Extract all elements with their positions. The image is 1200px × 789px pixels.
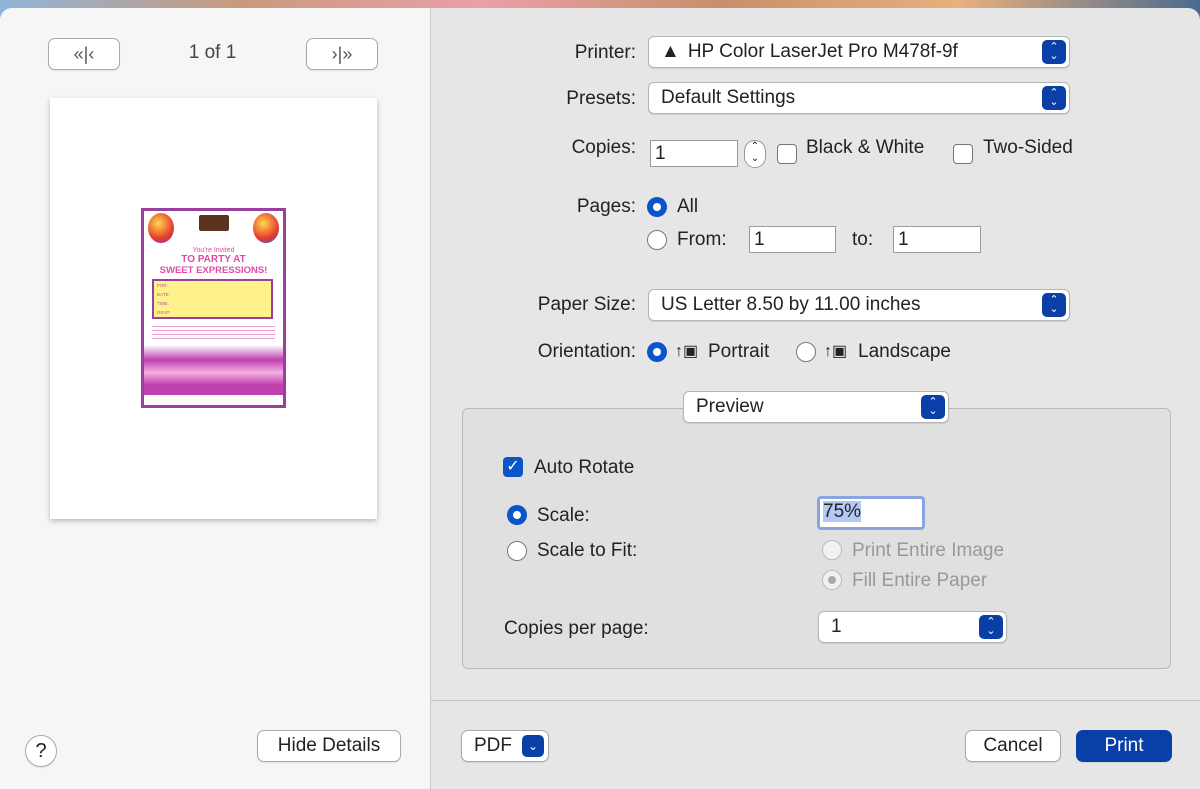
flyer-field: FOR: (157, 283, 168, 288)
flyer-field: TIME: (157, 301, 169, 306)
flyer-line1: TO PARTY AT (181, 254, 246, 265)
next-last-page-button[interactable]: ›|» (306, 38, 378, 70)
first-previous-page-button[interactable]: «|‹ (48, 38, 120, 70)
help-button[interactable]: ? (25, 735, 57, 767)
cancel-button[interactable]: Cancel (965, 730, 1061, 762)
pages-from-radio[interactable] (647, 230, 667, 250)
hide-details-button[interactable]: Hide Details (257, 730, 401, 762)
copies-per-page-label: Copies per page: (504, 618, 649, 639)
copies-label: Copies: (571, 137, 636, 158)
auto-rotate-label: Auto Rotate (534, 457, 635, 478)
chevron-updown-icon: ⌃ ⌄ (1042, 293, 1066, 317)
chevron-down-icon: ⌄ (522, 735, 544, 757)
copies-stepper[interactable]: ⌃ ⌄ (744, 140, 766, 168)
flyer-field: RSVP: (157, 310, 171, 315)
chevron-updown-icon: ⌃ ⌄ (1042, 86, 1066, 110)
flyer-invited: You're Invited (192, 247, 235, 254)
section-select[interactable]: Preview ⌃ ⌄ (683, 391, 949, 423)
scale-to-fit-radio[interactable] (507, 541, 527, 561)
pages-to-input[interactable]: 1 (893, 226, 981, 253)
flyer-line2: SWEET EXPRESSIONS! (159, 265, 268, 276)
scale-to-fit-label: Scale to Fit: (537, 540, 638, 561)
copies-input[interactable]: 1 (650, 140, 738, 167)
two-sided-checkbox[interactable] (953, 144, 973, 164)
paper-size-value: US Letter 8.50 by 11.00 inches (661, 294, 921, 315)
pages-all-label: All (677, 196, 699, 217)
pages-to-label: to: (852, 229, 874, 250)
paper-size-select[interactable]: US Letter 8.50 by 11.00 inches ⌃ ⌄ (648, 289, 1070, 321)
divider (431, 700, 1200, 701)
scale-radio[interactable] (507, 505, 527, 525)
copies-per-page-value: 1 (831, 616, 842, 637)
paper-size-label: Paper Size: (537, 294, 636, 315)
two-sided-label: Two-Sided (983, 137, 1073, 158)
pages-from-label: From: (677, 229, 727, 250)
page-preview: You're Invited TO PARTY AT SWEET EXPRESS… (50, 98, 377, 519)
black-white-checkbox[interactable] (777, 144, 797, 164)
chevron-updown-icon: ⌃ ⌄ (921, 395, 945, 419)
pdf-label: PDF (474, 735, 512, 756)
fill-entire-paper-label: Fill Entire Paper (852, 570, 988, 591)
pdf-menu-button[interactable]: PDF ⌄ (461, 730, 549, 762)
flyer-field: DATE: (157, 292, 170, 297)
pages-label: Pages: (576, 196, 636, 217)
printer-value: HP Color LaserJet Pro M478f-9f (687, 41, 958, 62)
chevron-updown-icon: ⌃ ⌄ (1042, 40, 1066, 64)
warning-icon: ▲ (661, 41, 680, 62)
scale-input[interactable]: 75% (817, 496, 925, 530)
copies-per-page-select[interactable]: 1 ⌃ ⌄ (818, 611, 1007, 643)
pages-all-radio[interactable] (647, 197, 667, 217)
preview-pane: «|‹ 1 of 1 ›|» You're Invited TO PARTY A… (0, 8, 431, 789)
flyer-thumbnail: You're Invited TO PARTY AT SWEET EXPRESS… (141, 208, 286, 408)
printer-select[interactable]: ▲ HP Color LaserJet Pro M478f-9f ⌃ ⌄ (648, 36, 1070, 68)
fill-entire-paper-radio[interactable] (822, 570, 842, 590)
landscape-radio[interactable] (796, 342, 816, 362)
black-white-label: Black & White (806, 137, 925, 158)
orientation-label: Orientation: (537, 341, 636, 362)
portrait-icon: ↑▣ (675, 343, 699, 360)
portrait-label: Portrait (708, 341, 770, 362)
landscape-icon: ↑▣ (824, 343, 848, 360)
printer-label: Printer: (574, 42, 636, 63)
landscape-label: Landscape (858, 341, 951, 362)
print-button[interactable]: Print (1076, 730, 1172, 762)
portrait-radio[interactable] (647, 342, 667, 362)
section-value: Preview (696, 396, 764, 417)
pages-from-input[interactable]: 1 (749, 226, 836, 253)
presets-value: Default Settings (661, 87, 796, 108)
print-entire-image-label: Print Entire Image (852, 540, 1005, 561)
page-indicator: 1 of 1 (188, 42, 237, 63)
chevron-updown-icon: ⌃ ⌄ (979, 615, 1003, 639)
print-entire-image-radio[interactable] (822, 540, 842, 560)
scale-value: 75% (823, 501, 862, 522)
presets-select[interactable]: Default Settings ⌃ ⌄ (648, 82, 1070, 114)
presets-label: Presets: (566, 88, 636, 109)
auto-rotate-checkbox[interactable]: ✓ (503, 457, 523, 477)
print-dialog: «|‹ 1 of 1 ›|» You're Invited TO PARTY A… (0, 8, 1200, 789)
scale-label: Scale: (537, 505, 590, 526)
